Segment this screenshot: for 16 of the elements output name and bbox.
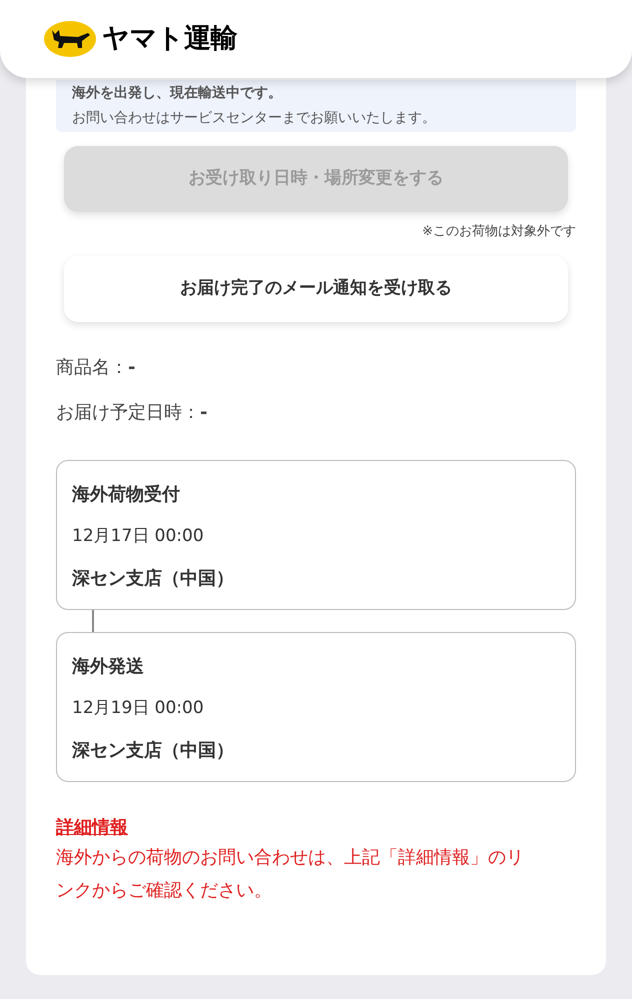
logo-text: ヤマト運輸: [102, 22, 237, 56]
datetime-text: 12月17日 00:00: [72, 524, 205, 548]
notice-text: お問い合わせはサービスセンターまでお願いいたします。: [72, 109, 437, 128]
datetime-text: 12月19日 00:00: [72, 696, 205, 720]
field-text: 商品名：-: [56, 356, 136, 380]
field-text: お届け予定日時：-: [56, 400, 208, 424]
logo-icon: [44, 20, 96, 58]
location-text: 深セン支店（中国）: [72, 739, 235, 763]
status-text: 海外発送: [72, 654, 145, 678]
location-text: 深セン支店（中国）: [72, 567, 235, 591]
note-text: ※このお荷物は対象外です: [422, 223, 576, 241]
status-text: 海外荷物受付: [72, 482, 181, 506]
details-link[interactable]: 詳細情報: [56, 814, 128, 840]
notice-text: 海外を出発し、現在輸送中です。: [72, 84, 283, 103]
details-message: 海外からの荷物のお問い合わせは、上記「詳細情報」のリンクからご確認ください。: [56, 846, 525, 902]
action-button[interactable]: お届け完了のメール通知を受け取る: [64, 256, 568, 322]
